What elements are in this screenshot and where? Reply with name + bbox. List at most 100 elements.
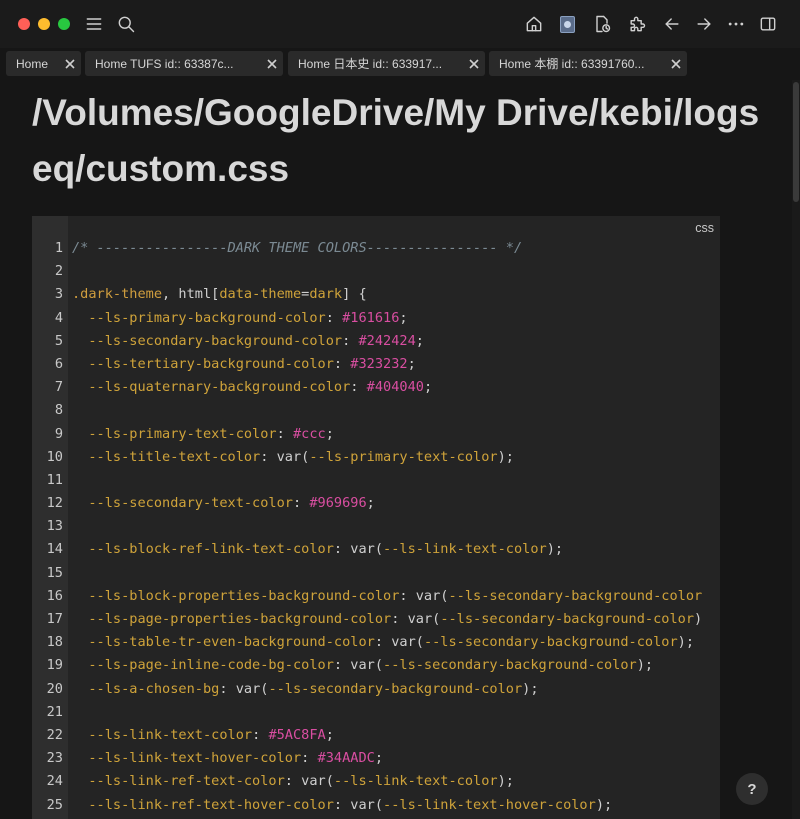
close-icon[interactable]: [261, 53, 283, 75]
line-number: 11: [46, 471, 63, 488]
code-token-plain: :: [292, 495, 310, 512]
code-token-prop: --ls-table-tr-even-background-color: [88, 634, 375, 651]
close-icon[interactable]: [463, 53, 485, 75]
line-number: 7: [54, 379, 63, 396]
tab-home[interactable]: Home: [6, 51, 81, 76]
avatar-icon[interactable]: [555, 12, 579, 36]
code-token-plain: );: [497, 448, 514, 465]
code-token-var: --ls-secondary-background-color: [423, 634, 678, 651]
code-text: --ls-page-properties-background-color: v…: [72, 608, 702, 631]
code-line: 10 --ls-title-text-color: var(--ls-prima…: [32, 446, 720, 469]
tab-tufs[interactable]: Home TUFS id:: 63387c...: [85, 51, 283, 76]
code-line: 13: [32, 515, 720, 538]
line-number: 5: [54, 332, 63, 349]
code-token-plain: : var(: [391, 611, 441, 627]
line-number: 21: [46, 703, 63, 720]
code-token-plain: ;: [415, 332, 424, 349]
code-language-label: css: [695, 221, 714, 235]
code-token-plain: : var(: [333, 657, 384, 674]
code-token-plain: ;: [366, 495, 375, 512]
line-number: 13: [46, 518, 63, 535]
code-text: --ls-link-text-hover-color: #34AADC;: [72, 747, 383, 770]
code-token-hex: #969696: [309, 495, 367, 512]
app-window: Home Home TUFS id:: 63387c... Home 日本史 i…: [0, 0, 800, 819]
close-icon[interactable]: [59, 53, 81, 75]
home-icon[interactable]: [522, 12, 546, 36]
code-token-plain: ;: [325, 425, 334, 442]
code-token-prop: --ls-quaternary-background-color: [88, 379, 351, 396]
tab-label: Home TUFS id:: 63387c...: [95, 56, 234, 71]
sidebar-toggle-icon[interactable]: [756, 12, 780, 36]
code-token-prop: --ls-primary-background-color: [88, 309, 326, 326]
code-token-plain: ): [694, 611, 703, 627]
code-token-hex: #242424: [358, 332, 416, 349]
code-token-plain: : var(: [333, 541, 384, 558]
menu-icon[interactable]: [82, 12, 106, 36]
code-token-prop: --ls-block-properties-background-color: [88, 587, 400, 604]
code-token-prop: --ls-primary-text-color: [88, 425, 277, 442]
code-token-plain: :: [342, 332, 359, 349]
code-text: --ls-page-inline-code-bg-color: var(--ls…: [72, 654, 653, 677]
code-line: 16 --ls-block-properties-background-colo…: [32, 585, 720, 608]
code-text: --ls-a-chosen-bg: var(--ls-secondary-bac…: [72, 678, 538, 701]
code-line: 24 --ls-link-ref-text-color: var(--ls-li…: [32, 770, 720, 793]
more-icon[interactable]: [724, 12, 748, 36]
code-line: 23 --ls-link-text-hover-color: #34AADC;: [32, 747, 720, 770]
code-token-var: --ls-secondary-background-color: [268, 680, 523, 697]
tab-bar: Home Home TUFS id:: 63387c... Home 日本史 i…: [0, 51, 800, 77]
puzzle-icon[interactable]: [625, 12, 649, 36]
code-token-plain: :: [276, 425, 293, 442]
line-number: 12: [46, 495, 63, 512]
code-token-plain: :: [350, 379, 367, 396]
line-number: 17: [46, 611, 63, 627]
page-clock-icon[interactable]: [590, 12, 614, 36]
code-token-plain: :: [252, 726, 269, 743]
line-number: 23: [46, 750, 63, 767]
scrollbar-thumb[interactable]: [793, 82, 799, 202]
tab-hondana[interactable]: Home 本棚 id:: 63391760...: [489, 51, 687, 76]
code-token-plain: ;: [325, 726, 334, 743]
search-icon[interactable]: [114, 12, 138, 36]
toolbar: [0, 0, 800, 48]
code-line: 17 --ls-page-properties-background-color…: [32, 608, 720, 631]
code-text: --ls-block-ref-link-text-color: var(--ls…: [72, 538, 563, 561]
code-token-hex: #323232: [350, 355, 408, 372]
arrow-right-icon[interactable]: [692, 12, 716, 36]
code-line: 11: [32, 469, 720, 492]
line-number: 18: [46, 634, 63, 651]
code-line: 7 --ls-quaternary-background-color: #404…: [32, 376, 720, 399]
code-text: --ls-title-text-color: var(--ls-primary-…: [72, 446, 514, 469]
arrow-left-icon[interactable]: [660, 12, 684, 36]
close-icon[interactable]: [665, 53, 687, 75]
code-token-plain: : var(: [284, 773, 334, 790]
code-token-var: --ls-secondary-background-color: [448, 587, 703, 604]
code-token-plain: );: [546, 541, 564, 558]
code-token-plain: ;: [407, 355, 416, 372]
code-line: 15: [32, 562, 720, 585]
maximize-window-button[interactable]: [58, 18, 70, 30]
page-title[interactable]: /Volumes/GoogleDrive/My Drive/kebi/logse…: [32, 85, 762, 197]
code-token-var: --ls-link-text-hover-color: [383, 796, 596, 813]
tab-label: Home 日本史 id:: 633917...: [298, 57, 443, 71]
code-token-prop: dark: [309, 286, 343, 303]
code-token-comment: /* ----------------DARK THEME COLORS----…: [72, 240, 523, 256]
code-token-plain: );: [677, 634, 695, 651]
code-block[interactable]: css 1 /* ----------------DARK THEME COLOR…: [32, 216, 720, 819]
close-window-button[interactable]: [18, 18, 30, 30]
code-line: 19 --ls-page-inline-code-bg-color: var(-…: [32, 654, 720, 677]
code-line: 1 /* ----------------DARK THEME COLORS---…: [32, 237, 720, 260]
code-token-prop: --ls-link-ref-text-hover-color: [88, 796, 334, 813]
code-token-prop: --ls-page-properties-background-color: [88, 611, 392, 627]
code-line: 4 --ls-primary-background-color: #161616…: [32, 307, 720, 330]
code-line: 12 --ls-secondary-text-color: #969696;: [32, 492, 720, 515]
code-token-prop: --ls-tertiary-background-color: [88, 355, 334, 372]
minimize-window-button[interactable]: [38, 18, 50, 30]
help-button[interactable]: ?: [736, 773, 768, 805]
tab-nihonshi[interactable]: Home 日本史 id:: 633917...: [288, 51, 485, 76]
code-token-var: --ls-secondary-background-color: [383, 657, 637, 674]
